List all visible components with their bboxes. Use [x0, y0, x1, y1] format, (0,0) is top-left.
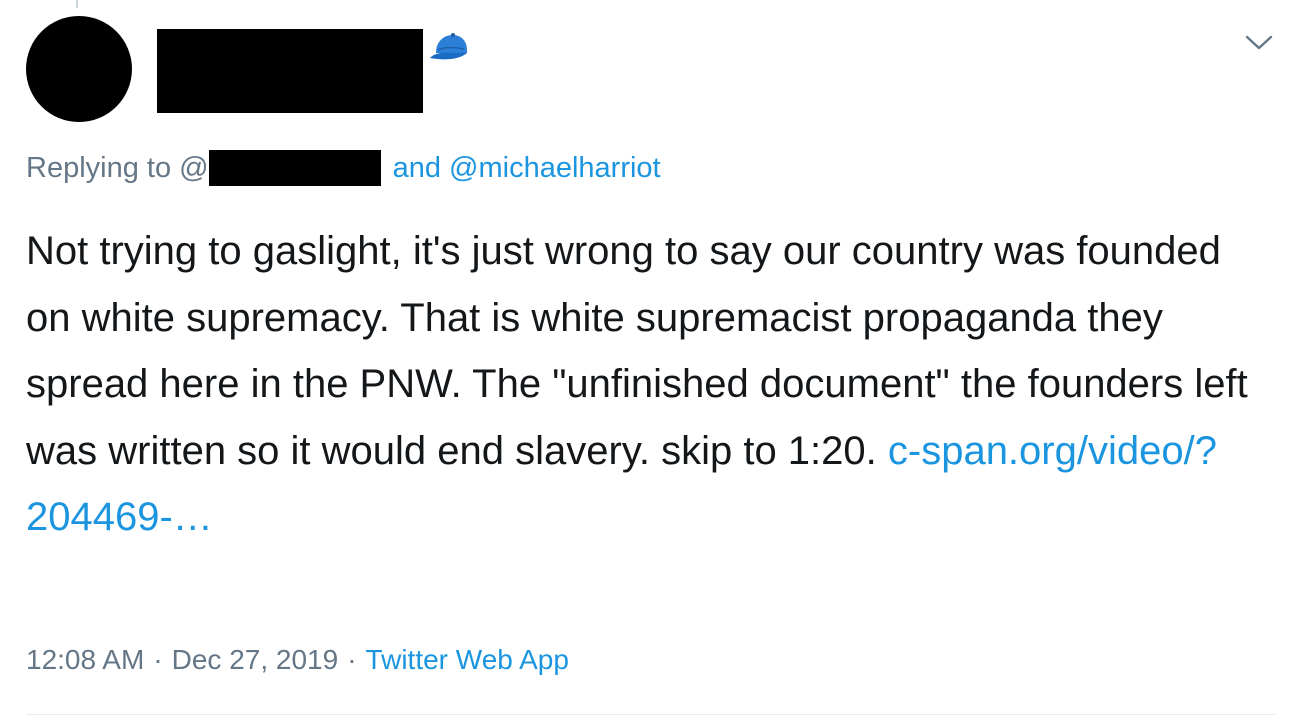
tweet: Replying to @ and @michaelharriot Not try… [0, 0, 1302, 718]
tweet-time[interactable]: 12:08 AM [26, 644, 144, 676]
thread-connector [76, 0, 78, 8]
meta-separator: · [153, 644, 163, 675]
tweet-text: Not trying to gaslight, it's just wrong … [26, 218, 1276, 551]
display-name-redacted[interactable] [157, 29, 423, 113]
replying-to: Replying to @ and @michaelharriot [26, 150, 661, 186]
meta-separator: · [347, 644, 357, 675]
chevron-down-icon[interactable] [1244, 30, 1274, 54]
tweet-source-link[interactable]: Twitter Web App [366, 644, 569, 676]
baseball-cap-icon [430, 28, 470, 68]
tweet-meta: 12:08 AM · Dec 27, 2019 · Twitter Web Ap… [26, 642, 569, 678]
replying-to-label: Replying to @ [26, 151, 209, 184]
reply-mention-link[interactable]: and @michaelharriot [393, 152, 661, 185]
tweet-date[interactable]: Dec 27, 2019 [172, 644, 339, 676]
divider [26, 714, 1276, 715]
avatar-redacted[interactable] [26, 16, 132, 122]
reply-handle-redacted[interactable] [208, 150, 381, 186]
